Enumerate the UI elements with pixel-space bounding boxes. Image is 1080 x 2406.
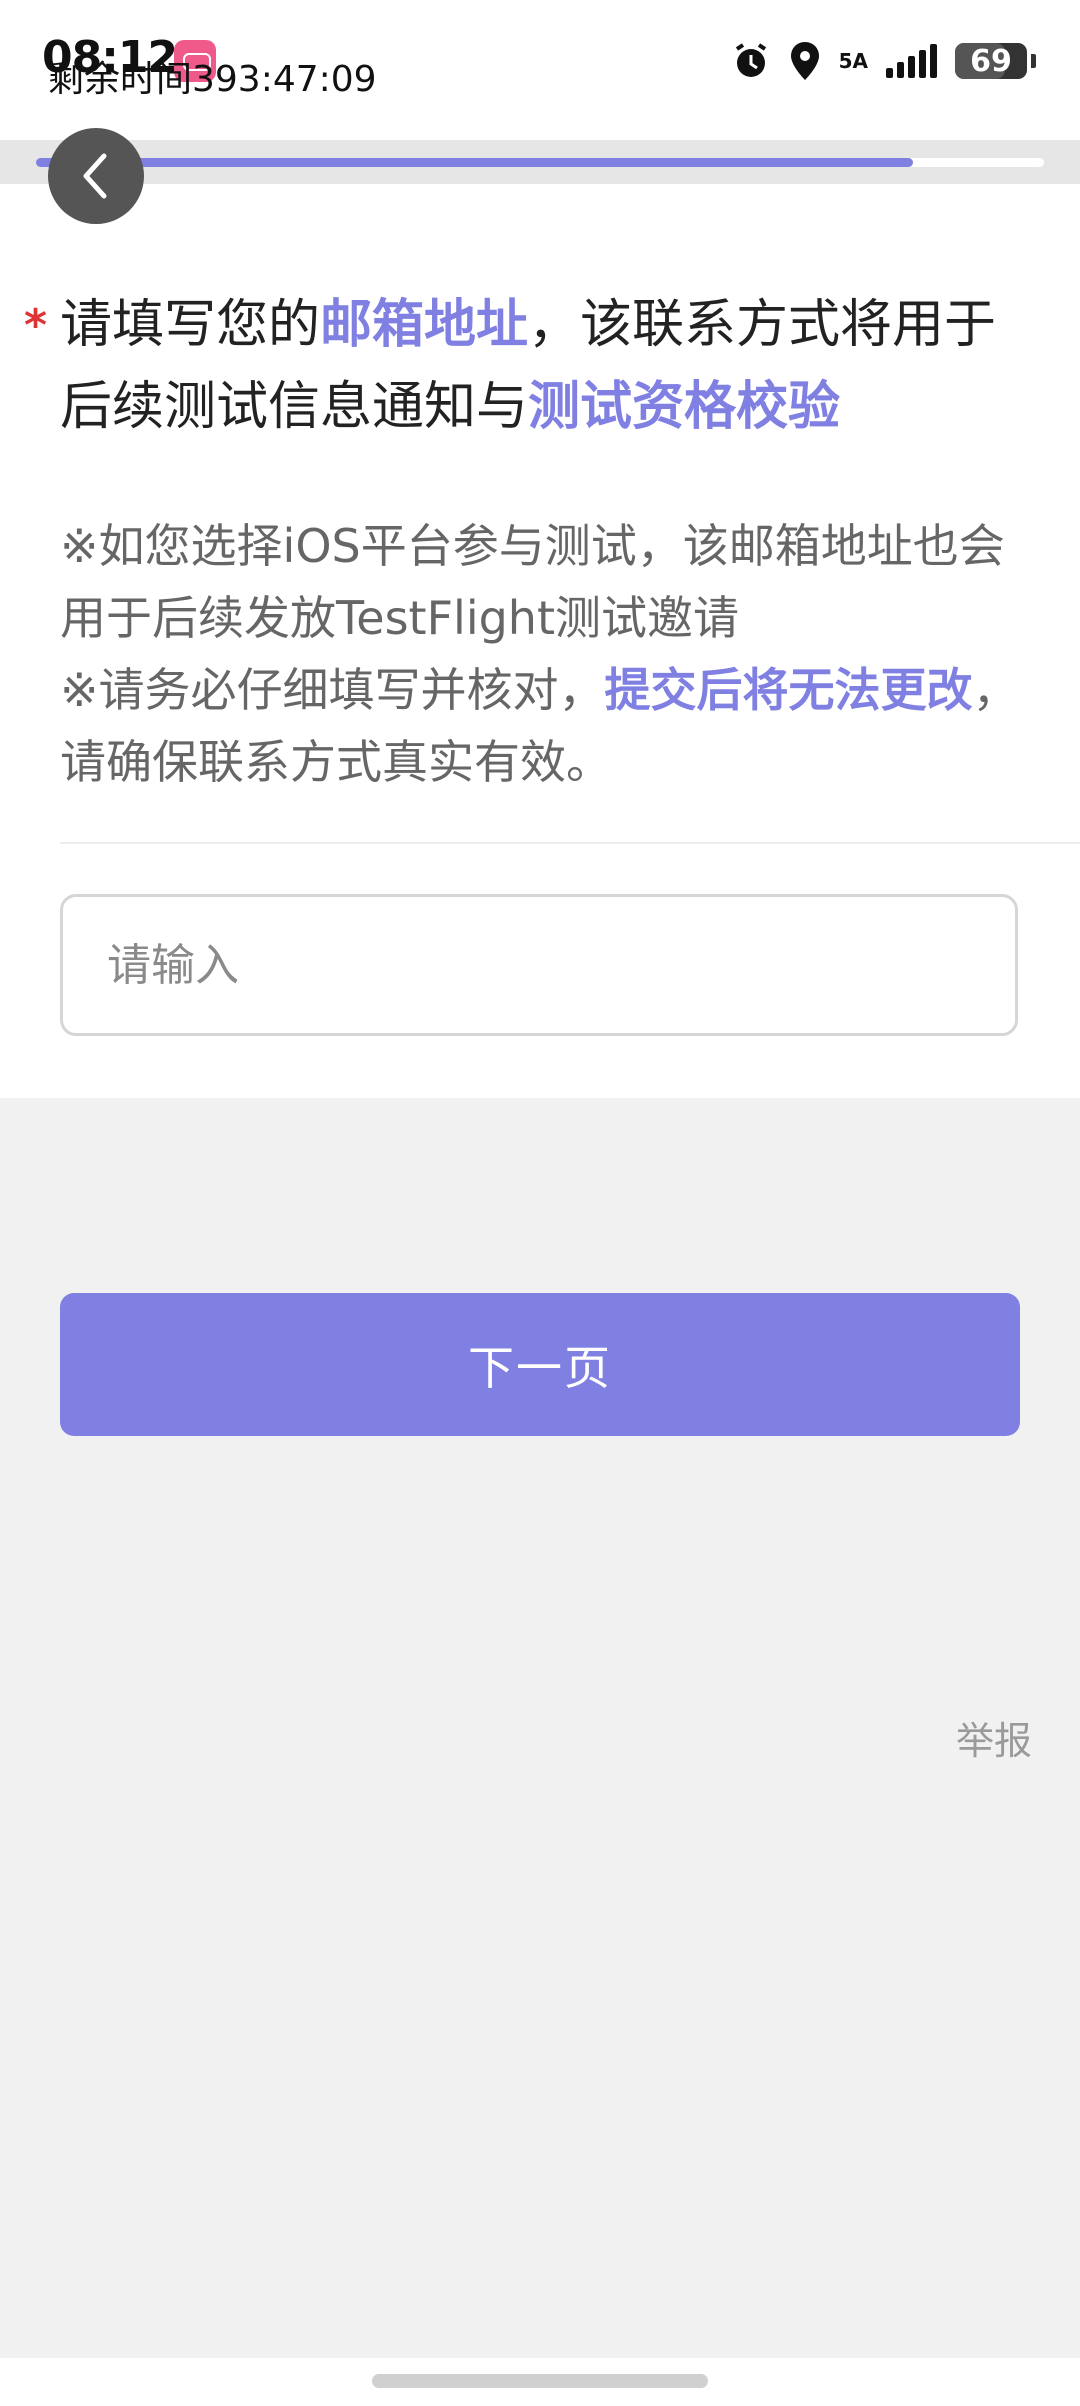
network-type-label: 5A xyxy=(838,49,868,73)
email-input[interactable] xyxy=(60,894,1018,1036)
home-indicator[interactable] xyxy=(372,2374,708,2388)
status-bar: 08:12 剩余时间393:47:09 5A 69 xyxy=(0,0,1080,140)
note-ios-testflight: ※如您选择iOS平台参与测试，该邮箱地址也会用于后续发放TestFlight测试… xyxy=(60,519,1005,645)
back-button[interactable] xyxy=(48,128,144,224)
divider xyxy=(60,842,1080,844)
chevron-left-icon xyxy=(83,153,107,199)
required-marker: * xyxy=(24,300,48,351)
status-icons: 5A 69 xyxy=(731,38,1036,84)
battery-cap xyxy=(1031,54,1036,68)
report-link[interactable]: 举报 xyxy=(956,1710,1032,1765)
note-verify: ※请务必仔细填写并核对，提交后将无法更改，请确保联系方式真实有效。 xyxy=(60,654,1020,798)
signal-icon xyxy=(886,44,937,78)
progress-bar xyxy=(36,158,1044,167)
battery-level: 69 xyxy=(970,43,1012,79)
note-verify-highlight: 提交后将无法更改 xyxy=(604,663,973,717)
question-notes: ※如您选择iOS平台参与测试，该邮箱地址也会用于后续发放TestFlight测试… xyxy=(60,510,1020,798)
question-title: 请填写您的邮箱地址，该联系方式将用于后续测试信息通知与测试资格校验 xyxy=(60,284,1020,448)
note-verify-text: ※请务必仔细填写并核对， xyxy=(60,663,605,717)
progress-fill xyxy=(36,158,913,167)
remaining-time: 剩余时间393:47:09 xyxy=(48,59,377,100)
location-icon xyxy=(789,40,821,82)
question-text-1: 请填写您的 xyxy=(60,295,321,355)
battery-icon: 69 xyxy=(955,43,1027,79)
question-highlight-verify: 测试资格校验 xyxy=(528,377,841,437)
question-highlight-email: 邮箱地址 xyxy=(320,295,529,355)
alarm-icon xyxy=(731,41,771,81)
next-page-button[interactable]: 下一页 xyxy=(60,1293,1020,1436)
